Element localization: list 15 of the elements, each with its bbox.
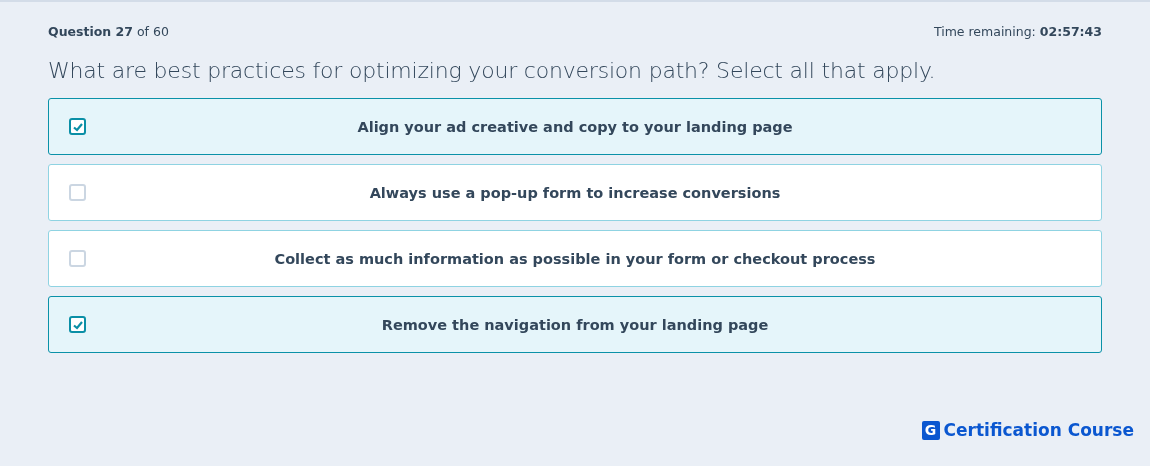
option-label: Align your ad creative and copy to your landing page bbox=[356, 118, 794, 135]
checkbox[interactable] bbox=[69, 118, 86, 135]
question-counter: Question 27 of 60 bbox=[48, 24, 169, 39]
answer-option[interactable]: Align your ad creative and copy to your landing page bbox=[48, 98, 1102, 155]
checkbox[interactable] bbox=[69, 316, 86, 333]
answer-option[interactable]: Remove the navigation from your landing page bbox=[48, 296, 1102, 353]
time-remaining: Time remaining: 02:57:43 bbox=[933, 24, 1102, 39]
option-label: Remove the navigation from your landing page bbox=[380, 316, 770, 333]
brand-name: Certification Course bbox=[943, 420, 1134, 440]
question-text: What are best practices for optimizing your conversion path? Select all that apply. bbox=[48, 58, 937, 83]
answer-option[interactable]: Collect as much information as possible in your form or checkout process bbox=[48, 230, 1102, 287]
option-label: Always use a pop-up form to increase conversions bbox=[368, 184, 782, 201]
answer-option[interactable]: Always use a pop-up form to increase conversions bbox=[48, 164, 1102, 221]
logo-mark: G bbox=[921, 420, 940, 440]
option-label: Collect as much information as possible in your form or checkout process bbox=[273, 250, 877, 267]
